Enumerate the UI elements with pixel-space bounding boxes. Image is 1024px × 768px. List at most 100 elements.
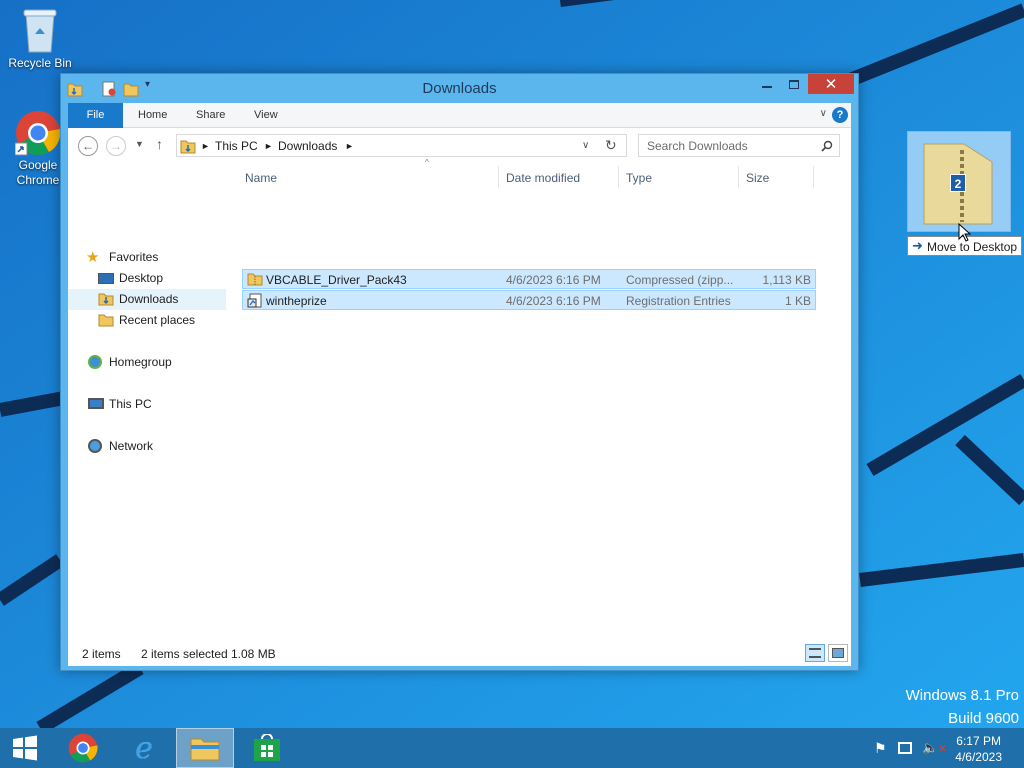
column-divider[interactable]: [618, 166, 619, 188]
chrome-icon: [68, 733, 98, 763]
nav-label: Desktop: [119, 271, 164, 285]
maximize-icon: [789, 79, 799, 89]
column-header-size[interactable]: Size: [746, 171, 769, 185]
breadcrumb-separator-icon[interactable]: ►: [264, 141, 273, 151]
ribbon-tabs: File Home Share View ∨ ?: [68, 103, 851, 128]
tab-view[interactable]: View: [240, 103, 292, 128]
star-icon: ★: [86, 249, 100, 266]
nav-recent-places[interactable]: Recent places: [68, 310, 226, 331]
sort-indicator-icon: ^: [425, 158, 429, 167]
explorer-window: ▾ Downloads ✕ File Home Share View ∨ ? ←…: [60, 73, 859, 671]
taskbar: e ⚑ 🔈✕ 6:17 PM 4/6/2023: [0, 728, 1024, 768]
recent-places-icon: [98, 314, 114, 327]
large-icons-view-button[interactable]: [828, 644, 848, 662]
column-divider[interactable]: [813, 166, 814, 188]
details-view-icon: [809, 648, 821, 658]
arrow-icon: ➜: [912, 238, 923, 253]
watermark-edition: Windows 8.1 Pro: [905, 687, 1019, 704]
search-box[interactable]: Search Downloads: [638, 134, 840, 157]
address-bar[interactable]: ► This PC ► Downloads ► ∨ ↻: [176, 134, 627, 157]
file-size: 1,113 KB: [762, 273, 811, 287]
selection-count: 2 items selected: [141, 647, 228, 661]
volume-muted-icon[interactable]: 🔈✕: [922, 740, 947, 756]
close-button[interactable]: ✕: [808, 74, 854, 94]
file-list: ^ Name Date modified Type Size VBCABLE_D…: [241, 158, 851, 639]
maximize-button[interactable]: [781, 74, 807, 94]
taskbar-internet-explorer[interactable]: e: [115, 728, 173, 768]
back-button[interactable]: ←: [78, 136, 98, 156]
column-header-type[interactable]: Type: [626, 171, 652, 185]
expand-ribbon-icon[interactable]: ∨: [820, 108, 827, 119]
tab-home[interactable]: Home: [124, 103, 181, 128]
start-icon: [13, 735, 37, 761]
column-divider[interactable]: [738, 166, 739, 188]
homegroup-icon: [88, 355, 102, 369]
column-header-date[interactable]: Date modified: [506, 171, 580, 185]
nav-this-pc[interactable]: This PC: [68, 394, 226, 415]
nav-label: Network: [109, 439, 154, 453]
computer-icon: [88, 398, 104, 409]
drag-tooltip-label: Move to Desktop: [927, 240, 1018, 254]
internet-explorer-icon: e: [135, 730, 153, 766]
breadcrumb-separator-icon[interactable]: ►: [345, 141, 354, 151]
breadcrumb-this-pc[interactable]: This PC: [215, 139, 258, 153]
start-button[interactable]: [0, 728, 50, 768]
action-center-flag-icon[interactable]: ⚑: [874, 740, 887, 757]
windows-watermark: Windows 8.1 Pro Build 9600: [906, 684, 1019, 730]
taskbar-chrome[interactable]: [54, 728, 112, 768]
file-explorer-icon: [190, 738, 220, 761]
nav-favorites[interactable]: ★ Favorites: [68, 247, 226, 268]
system-clock[interactable]: 6:17 PM 4/6/2023: [955, 733, 1002, 765]
desktop-icon-label: Recycle Bin: [8, 56, 72, 70]
breadcrumb-separator-icon[interactable]: ►: [201, 141, 210, 151]
large-icons-view-icon: [832, 648, 844, 658]
nav-label: Favorites: [109, 250, 159, 264]
address-dropdown-icon[interactable]: ∨: [582, 140, 589, 151]
nav-desktop[interactable]: Desktop: [68, 268, 226, 289]
details-view-button[interactable]: [805, 644, 825, 662]
downloads-folder-icon: [180, 140, 196, 154]
clock-time: 6:17 PM: [956, 734, 1001, 748]
file-date: 4/6/2023 6:16 PM: [506, 294, 601, 308]
clock-date: 4/6/2023: [955, 750, 1002, 764]
zip-folder-icon: [247, 273, 263, 286]
close-icon: ✕: [824, 76, 838, 93]
nav-homegroup[interactable]: Homegroup: [68, 352, 226, 373]
help-button[interactable]: ?: [832, 107, 848, 123]
file-name: wintheprize: [266, 294, 327, 308]
forward-button[interactable]: →: [106, 136, 126, 156]
nav-label: Homegroup: [109, 355, 172, 369]
window-title: Downloads: [422, 80, 497, 97]
file-row[interactable]: VBCABLE_Driver_Pack43 4/6/2023 6:16 PM C…: [242, 269, 816, 289]
watermark-build: Build 9600: [948, 710, 1019, 727]
desktop-icon-label: Google Chrome: [16, 158, 60, 187]
chrome-icon: [15, 111, 61, 156]
file-size: 1 KB: [784, 294, 811, 308]
title-bar[interactable]: ▾ Downloads ✕: [61, 74, 858, 103]
status-bar: 2 items 2 items selected 1.08 MB: [68, 639, 851, 666]
file-row[interactable]: wintheprize 4/6/2023 6:16 PM Registratio…: [242, 290, 816, 310]
search-placeholder: Search Downloads: [647, 139, 748, 153]
refresh-icon[interactable]: ↻: [605, 137, 617, 154]
drag-preview: 2: [907, 131, 1011, 232]
nav-downloads[interactable]: Downloads: [68, 289, 226, 310]
desktop-icon-recycle-bin[interactable]: Recycle Bin: [2, 6, 78, 71]
taskbar-file-explorer[interactable]: [176, 728, 234, 768]
column-header-name[interactable]: Name: [245, 171, 277, 185]
taskbar-store[interactable]: [238, 728, 296, 768]
store-icon: [254, 734, 280, 761]
nav-label: This PC: [109, 397, 152, 411]
search-icon: [821, 140, 833, 152]
recycle-bin-icon: [23, 9, 57, 53]
tab-share[interactable]: Share: [182, 103, 239, 128]
recent-locations-icon[interactable]: ▼: [135, 139, 144, 149]
network-icon: [88, 439, 102, 453]
up-icon[interactable]: ↑: [156, 136, 163, 152]
tab-file[interactable]: File: [68, 103, 123, 128]
breadcrumb-downloads[interactable]: Downloads: [278, 139, 337, 153]
network-tray-icon[interactable]: [898, 742, 912, 754]
column-divider[interactable]: [498, 166, 499, 188]
nav-network[interactable]: Network: [68, 436, 226, 457]
drag-count-badge: 2: [950, 174, 966, 192]
minimize-button[interactable]: [754, 74, 780, 94]
